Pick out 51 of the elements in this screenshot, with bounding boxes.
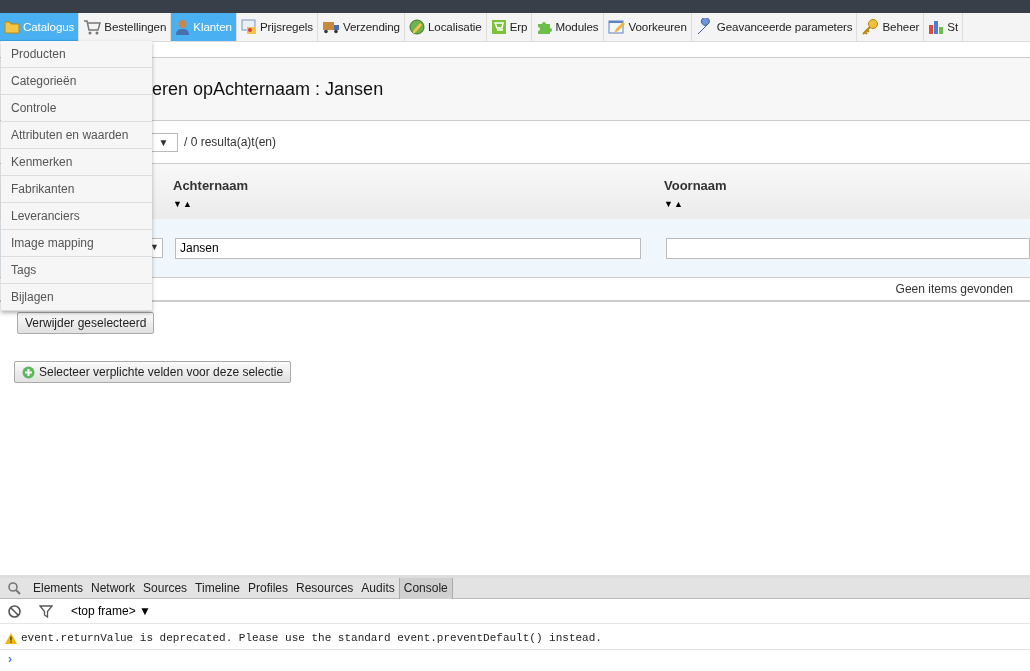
sort-descending-icon[interactable]: ▼ [173, 198, 183, 209]
cart-icon [83, 19, 102, 35]
menu-item[interactable]: Categorieën [1, 68, 152, 95]
frame-select[interactable]: <top frame> ▼ [71, 602, 151, 620]
devtools-tab[interactable]: Sources [139, 577, 192, 599]
menu-item[interactable]: Leveranciers [1, 203, 152, 230]
menu-item[interactable]: Kenmerken [1, 149, 152, 176]
menu-item[interactable]: Fabrikanten [1, 176, 152, 203]
devtools-tab[interactable]: Resources [292, 577, 358, 599]
menu-item[interactable]: Controle [1, 95, 152, 122]
search-icon[interactable] [8, 581, 21, 595]
puzzle-icon [536, 19, 553, 35]
devtools-tab[interactable]: Profiles [244, 577, 292, 599]
devtools-tab[interactable]: Elements [29, 577, 88, 599]
warning-icon [5, 633, 17, 644]
devtools-tab[interactable]: Console [398, 577, 453, 599]
truck-icon [321, 20, 340, 34]
cart-sign-icon [490, 19, 507, 35]
filter-input[interactable]: Jansen [175, 237, 641, 259]
column-header: Voornaam [664, 177, 728, 195]
page-title: eren opAchternaam : Jansen [152, 77, 384, 101]
required-fields-button[interactable]: Selecteer verplichte velden voor deze selectie [14, 361, 292, 383]
pencil-window-icon [607, 19, 626, 35]
bar-chart-icon [928, 19, 945, 35]
results-count: / 0 resulta(a)t(en) [184, 134, 277, 151]
price-card-icon [240, 19, 257, 35]
empty-message: Geen items gevonden [895, 281, 1013, 298]
sort-ascending-icon[interactable]: ▲ [673, 198, 684, 209]
column-header: Achternaam [173, 177, 250, 195]
filter-icon[interactable] [39, 604, 53, 618]
menu-item[interactable]: Image mapping [1, 230, 152, 257]
plus-icon [22, 365, 35, 379]
devtools-tab[interactable]: Timeline [191, 577, 244, 599]
devtools-tab[interactable]: Network [87, 577, 140, 599]
console-prompt[interactable]: › [8, 650, 12, 668]
menu-item[interactable]: Bijlagen [1, 284, 152, 311]
menu-item[interactable]: Attributen en waarden [1, 122, 152, 149]
sort-descending-icon[interactable]: ▼ [664, 198, 674, 209]
devtools-tab[interactable]: Audits [357, 577, 399, 599]
delete-selected-button[interactable]: Verwijder geselecteerd [17, 312, 155, 334]
clear-icon[interactable] [8, 604, 21, 618]
menu-item[interactable]: Tags [1, 257, 152, 284]
folder-icon [4, 20, 20, 34]
menu-item[interactable]: Producten [1, 41, 152, 68]
filter-input[interactable] [666, 237, 1030, 259]
console-message: event.returnValue is deprecated. Please use the standard event.preventDefault() instead. [21, 631, 602, 647]
page-size-select[interactable]: ▼ [150, 132, 178, 152]
key-icon [861, 18, 880, 36]
sort-ascending-icon[interactable]: ▲ [182, 198, 193, 209]
globe-icon [408, 19, 425, 35]
person-icon [175, 19, 191, 35]
